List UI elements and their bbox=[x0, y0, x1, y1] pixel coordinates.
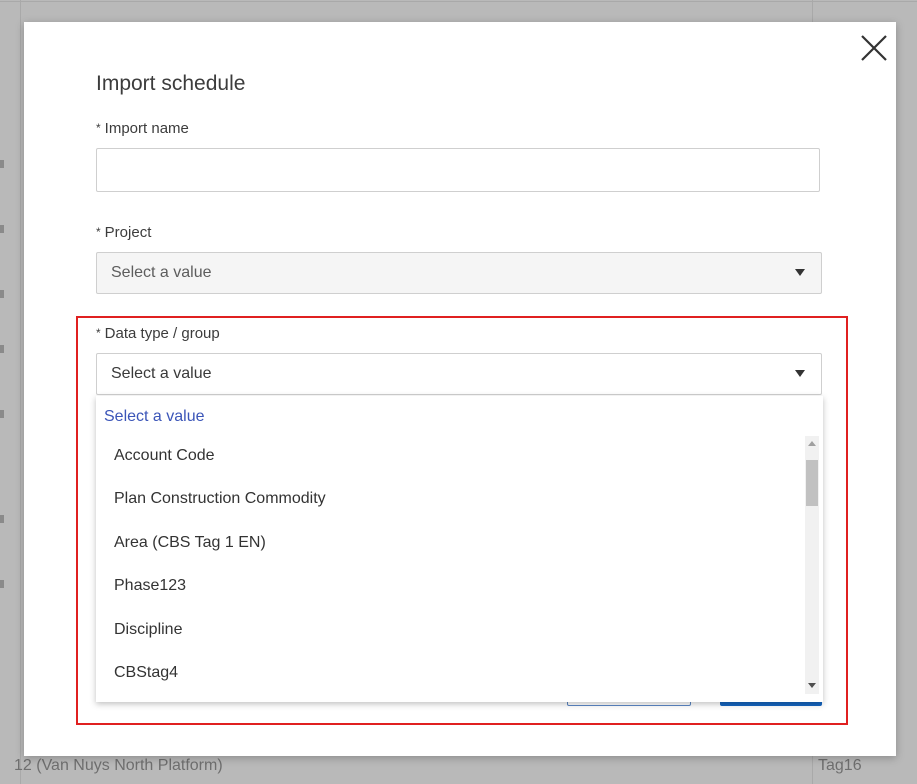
bg-tick bbox=[0, 515, 4, 523]
dialog-title: Import schedule bbox=[96, 72, 246, 95]
import-schedule-dialog: Import schedule * Import name * Project Se… bbox=[24, 22, 896, 756]
data-type-group-select[interactable]: Select a value bbox=[96, 353, 822, 395]
data-type-group-label: * Data type / group bbox=[96, 325, 220, 342]
project-select-value: Select a value bbox=[111, 264, 212, 281]
dropdown-option[interactable]: Phase123 bbox=[114, 577, 186, 595]
project-select[interactable]: Select a value bbox=[96, 252, 822, 294]
required-marker: * bbox=[96, 326, 101, 340]
project-label-text: Project bbox=[104, 224, 152, 241]
dropdown-option[interactable]: CBStag4 bbox=[114, 664, 178, 682]
bg-tick bbox=[0, 225, 4, 233]
chevron-down-icon bbox=[795, 269, 805, 276]
bg-tick bbox=[0, 410, 4, 418]
scroll-down-icon[interactable] bbox=[808, 683, 816, 688]
dropdown-scrollbar[interactable] bbox=[805, 436, 819, 694]
import-name-label: * Import name bbox=[96, 120, 189, 137]
data-type-group-dropdown: Select a value Account Code Plan Constru… bbox=[96, 396, 823, 702]
dropdown-option[interactable]: Discipline bbox=[114, 621, 182, 639]
project-label: * Project bbox=[96, 224, 151, 241]
data-type-group-label-text: Data type / group bbox=[104, 325, 220, 342]
close-icon[interactable] bbox=[858, 32, 890, 64]
dropdown-option[interactable]: Account Code bbox=[114, 447, 215, 465]
dropdown-placeholder-option[interactable]: Select a value bbox=[104, 408, 205, 426]
bg-divider bbox=[20, 0, 21, 784]
scroll-thumb[interactable] bbox=[806, 460, 818, 506]
data-type-group-select-value: Select a value bbox=[111, 365, 212, 382]
scroll-up-icon[interactable] bbox=[808, 441, 816, 446]
required-marker: * bbox=[96, 225, 101, 239]
dropdown-option[interactable]: Plan Construction Commodity bbox=[114, 490, 326, 508]
bg-divider bbox=[0, 1, 917, 2]
bg-tick bbox=[0, 345, 4, 353]
bg-row-text-right: Tag16 bbox=[818, 757, 862, 774]
bg-tick bbox=[0, 580, 4, 588]
bg-row-text: 12 (Van Nuys North Platform) bbox=[14, 757, 223, 774]
bg-tick bbox=[0, 160, 4, 168]
dropdown-option[interactable]: Area (CBS Tag 1 EN) bbox=[114, 534, 266, 552]
import-name-input[interactable] bbox=[96, 148, 820, 192]
chevron-down-icon bbox=[795, 370, 805, 377]
bg-tick bbox=[0, 290, 4, 298]
required-marker: * bbox=[96, 121, 101, 135]
import-name-label-text: Import name bbox=[104, 120, 189, 137]
